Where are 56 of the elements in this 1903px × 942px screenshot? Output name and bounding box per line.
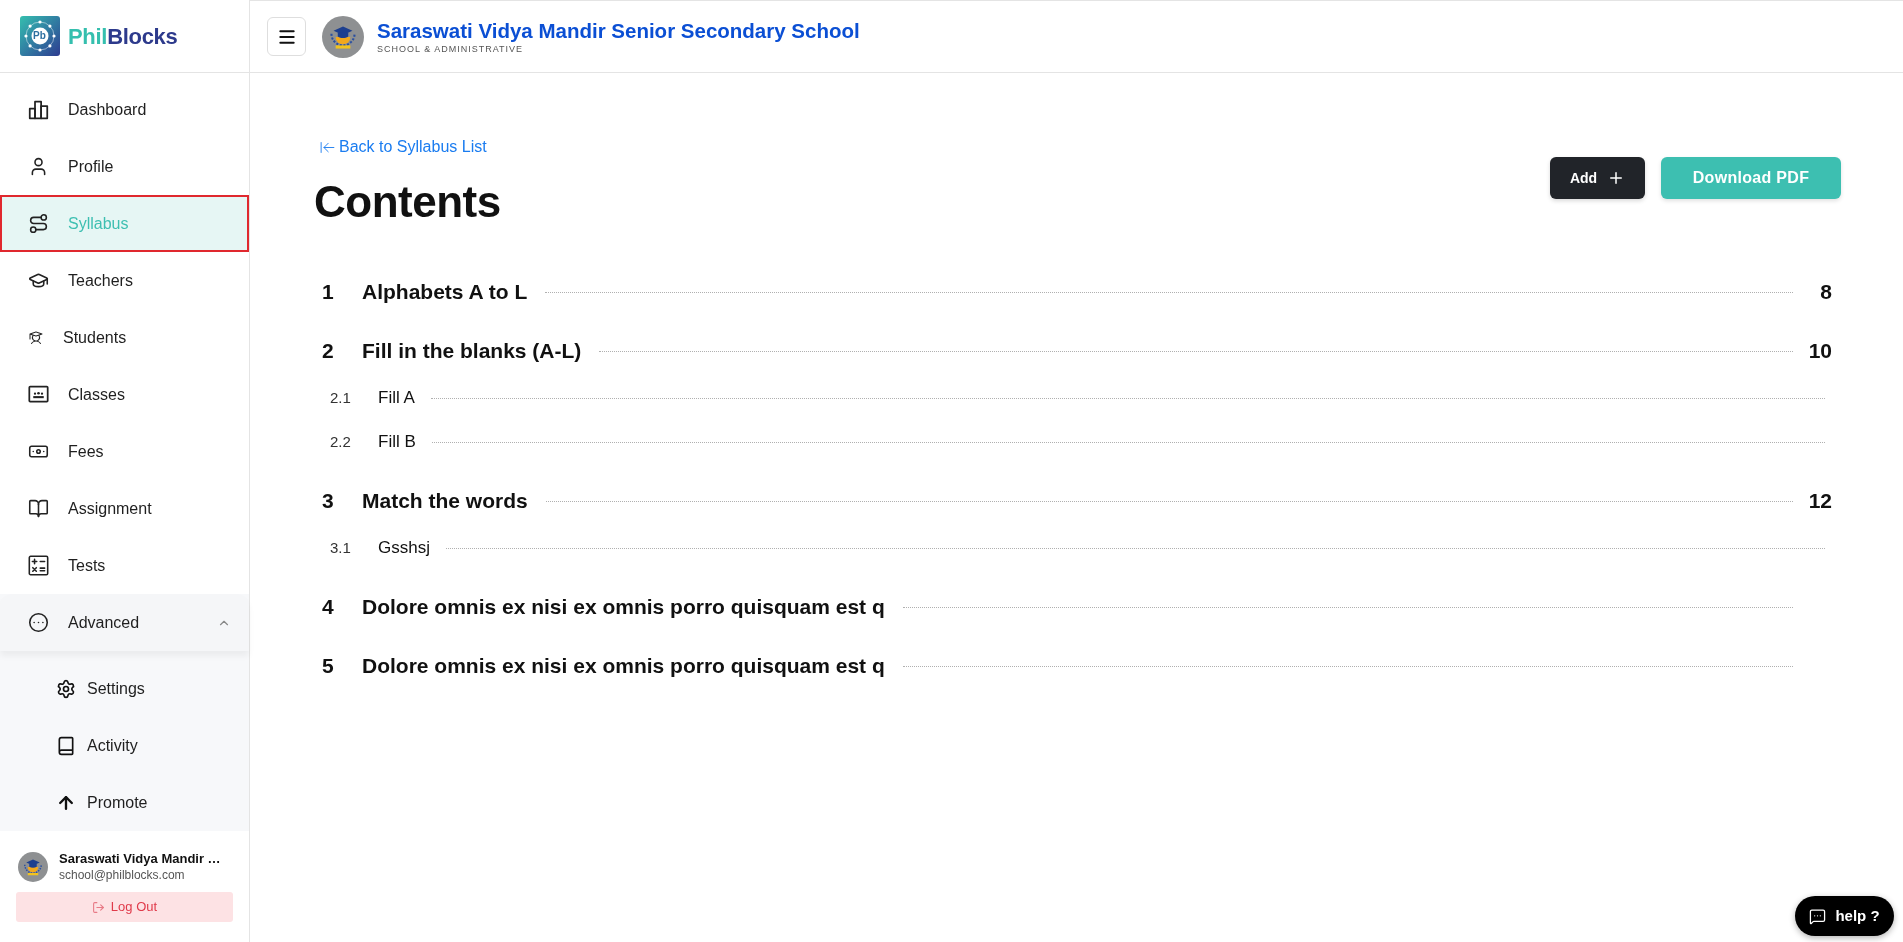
student-icon [28, 329, 44, 346]
ellipsis-circle-icon [28, 612, 49, 633]
nav-subitem[interactable]: Promote [0, 774, 249, 831]
math-symbols-icon [28, 555, 49, 576]
subsection-title[interactable]: Fill B [378, 429, 416, 455]
subsection-number: 2.1 [330, 389, 351, 406]
section-title[interactable]: Dolore omnis ex nisi ex omnis porro quisquam est q [362, 591, 885, 623]
subsection-number: 2.2 [330, 433, 351, 450]
subsection-title[interactable]: Gsshsj [378, 535, 430, 561]
open-book-icon [28, 498, 49, 519]
section-number: 3 [322, 489, 334, 513]
nav-item[interactable]: Dashboard [0, 81, 249, 138]
nav-group-toggle[interactable]: Advanced [0, 594, 249, 651]
nav-subitem[interactable]: Activity [0, 717, 249, 774]
nav-subitem[interactable]: Settings [0, 660, 249, 717]
page-title: Contents [314, 176, 501, 228]
back-link[interactable]: Back to Syllabus List [319, 136, 501, 158]
classroom-board-icon [28, 384, 49, 405]
page-number: 12 [1808, 488, 1832, 515]
route-icon [28, 213, 49, 234]
settings-icon [56, 678, 76, 699]
page-number: 10 [1808, 338, 1832, 365]
nav-item[interactable]: Classes [0, 366, 249, 423]
nav-item[interactable]: Students [0, 309, 249, 366]
school-name: Saraswati Vidya Mandir Senior Secondary School [377, 18, 860, 43]
user-email: school@philblocks.com [59, 867, 186, 883]
nav-item[interactable]: Profile [0, 138, 249, 195]
page-number: 8 [1820, 279, 1832, 306]
section-number: 1 [322, 280, 334, 304]
subsection-number: 3.1 [330, 539, 351, 556]
nav-item[interactable]: Tests [0, 537, 249, 594]
bar-chart-icon [28, 99, 49, 120]
chat-bubble-icon [1809, 907, 1827, 925]
section-title[interactable]: Alphabets A to L [362, 276, 528, 308]
help-button[interactable]: help ? [1795, 896, 1894, 936]
section-title[interactable]: Dolore omnis ex nisi ex omnis porro quisquam est q [362, 650, 885, 682]
user-name: Saraswati Vidya Mandir … [59, 851, 221, 867]
section-title[interactable]: Fill in the blanks (A-L) [362, 335, 582, 367]
nav-item[interactable]: Teachers [0, 252, 249, 309]
logout-icon [91, 900, 105, 914]
crest-icon [322, 15, 364, 58]
section-number: 4 [322, 595, 334, 619]
section-title[interactable]: Match the words [362, 485, 528, 517]
logo-monogram: Pb [33, 30, 46, 42]
school-subtitle: SCHOOL & ADMINISTRATIVE [377, 43, 525, 55]
add-button[interactable]: Add [1550, 157, 1645, 199]
book-icon [56, 735, 76, 756]
logout-button[interactable]: Log Out [16, 892, 233, 922]
crest-icon [18, 852, 48, 882]
brand-name: PhilBlocks [68, 22, 178, 51]
nav-item[interactable]: Assignment [0, 480, 249, 537]
nav-item[interactable]: Fees [0, 423, 249, 480]
section-number: 2 [322, 339, 334, 363]
subsection-title[interactable]: Fill A [378, 385, 415, 411]
menu-button[interactable] [267, 17, 306, 56]
section-number: 5 [322, 654, 334, 678]
